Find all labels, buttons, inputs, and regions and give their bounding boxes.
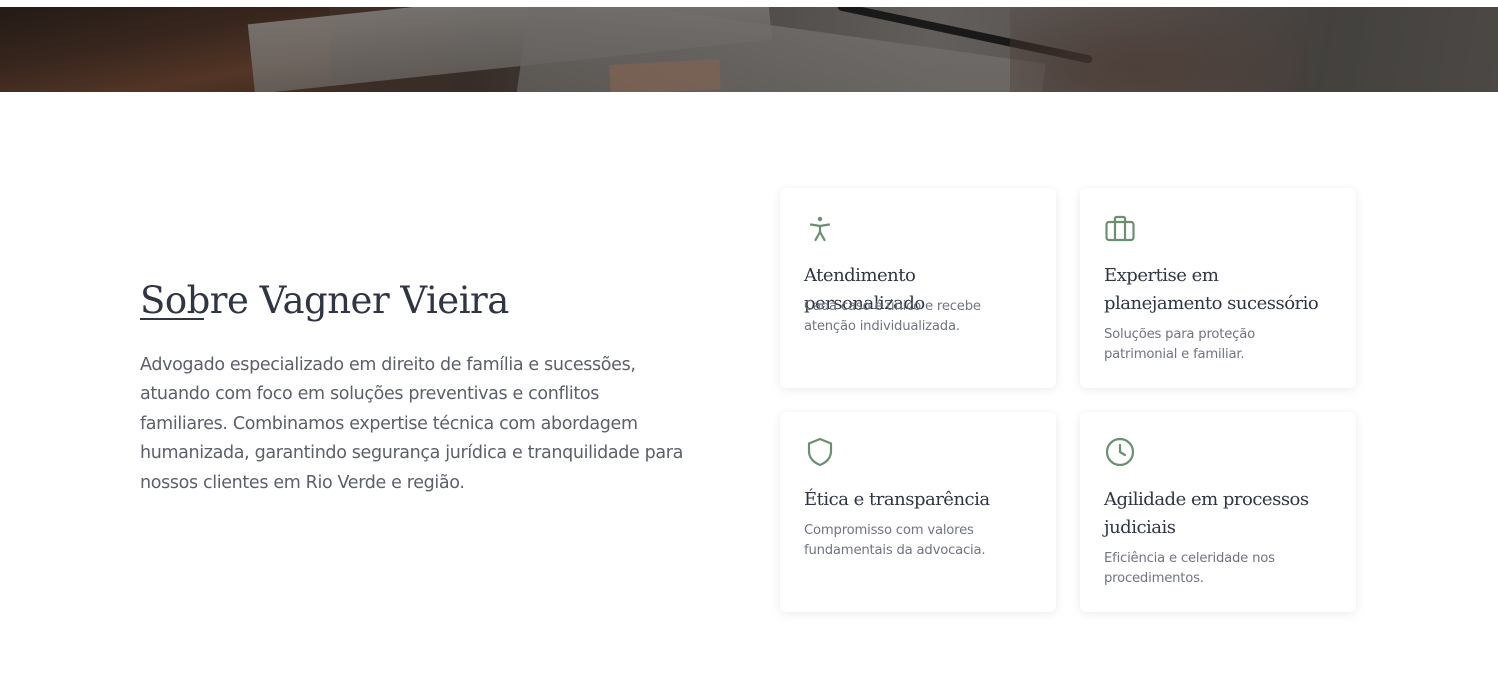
feature-description: Cada caso é único e recebe atenção indiv… <box>804 299 981 334</box>
feature-card-succession-planning: Expertise em planejamento sucessório Sol… <box>1080 188 1356 388</box>
feature-title: Expertise em planejamento sucessório <box>1104 265 1319 314</box>
feature-description: Soluções para proteção patrimonial e fam… <box>1104 327 1255 362</box>
feature-title: Ética e transparência <box>804 489 990 510</box>
briefcase-icon <box>1104 212 1136 244</box>
accessibility-icon <box>804 212 836 244</box>
about-description: Advogado especializado em direito de fam… <box>140 355 684 493</box>
top-strip <box>0 0 1498 7</box>
hero-photo <box>0 7 1498 92</box>
feature-title: Agilidade em processos judiciais <box>1104 489 1309 538</box>
clock-icon <box>1104 436 1136 468</box>
feature-card-agility: Agilidade em processos judiciais Eficiên… <box>1080 412 1356 612</box>
feature-description: Compromisso com valores fundamentais da … <box>804 523 986 558</box>
feature-card-ethics: Ética e transparência Compromisso com va… <box>780 412 1056 612</box>
feature-card-personalized: Atendimento personalizado Cada caso é ún… <box>780 188 1056 388</box>
feature-description: Eficiência e celeridade nos procedimento… <box>1104 551 1275 586</box>
shield-icon <box>804 436 836 468</box>
title-underline <box>140 318 204 320</box>
